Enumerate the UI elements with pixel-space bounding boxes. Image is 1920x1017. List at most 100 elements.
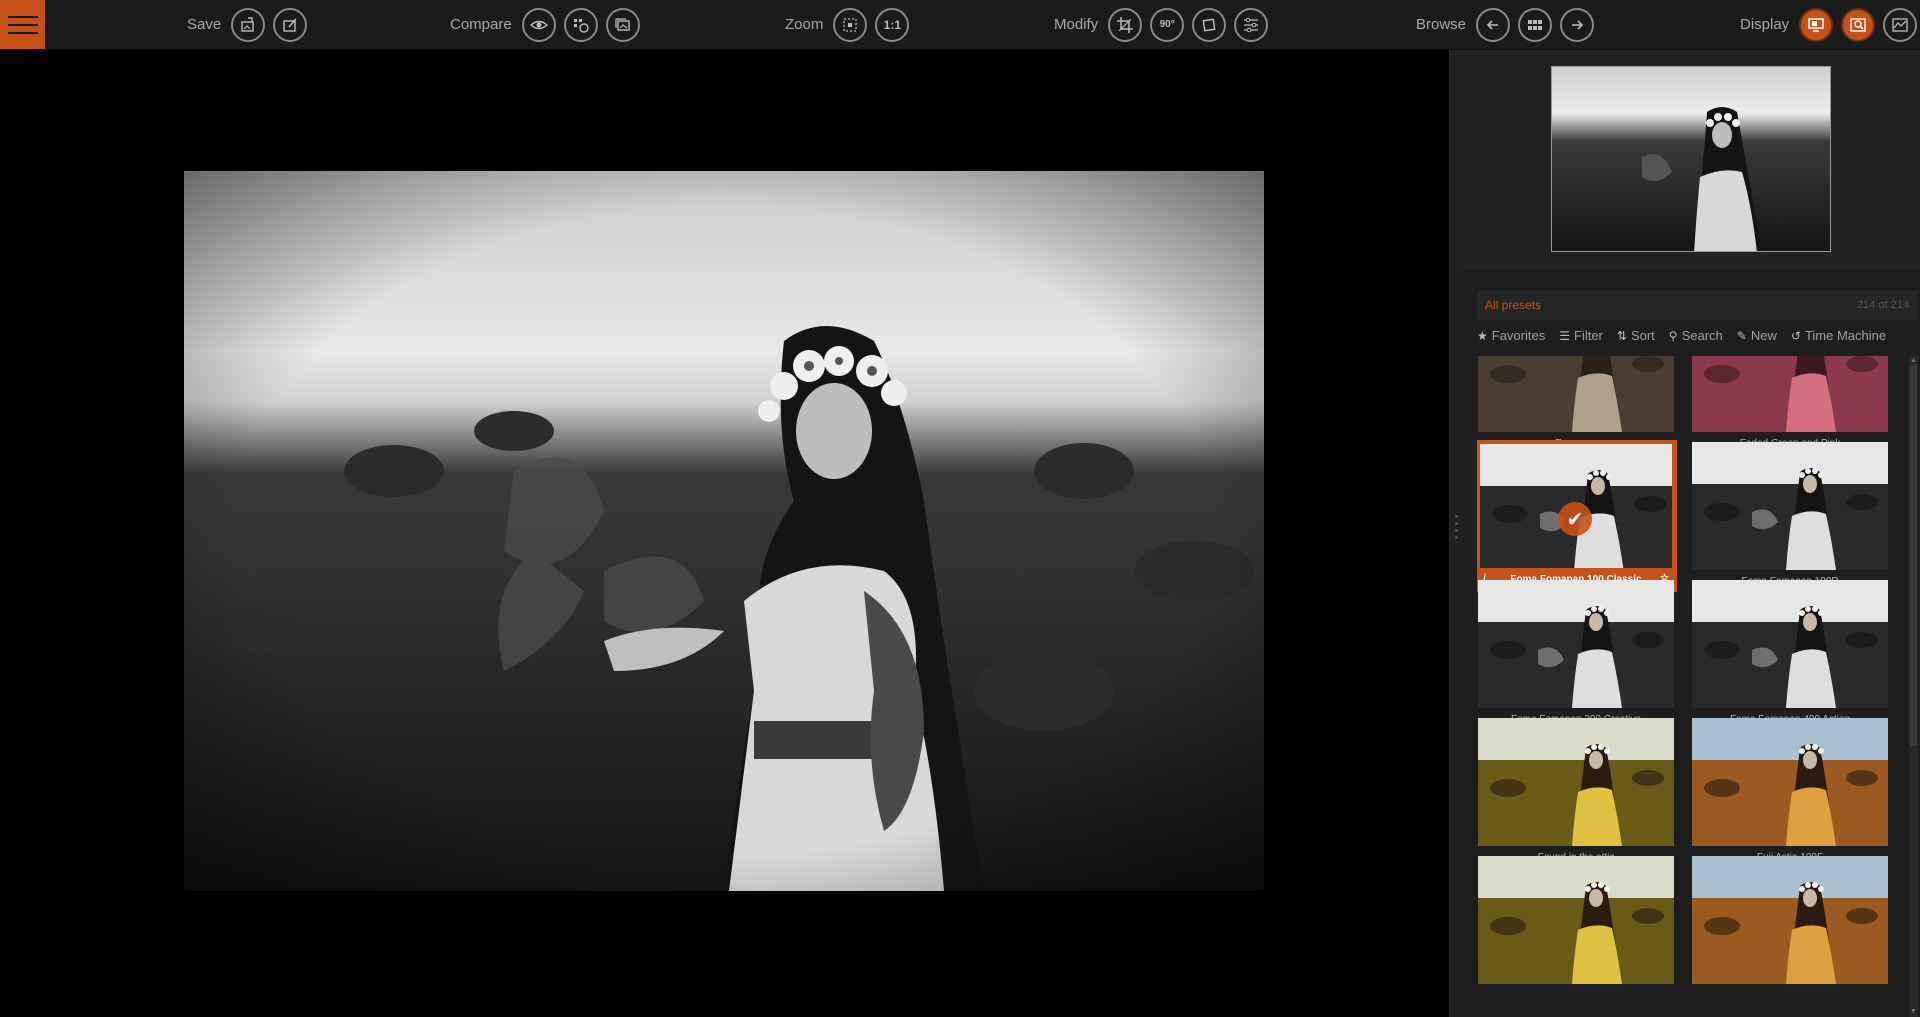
presets-title: All presets	[1485, 298, 1542, 312]
preset-tile[interactable]: Foma Fomapan 100R	[1691, 442, 1889, 587]
preset-tile[interactable]: Foma Fomapan 200 Creative	[1477, 580, 1675, 725]
new-action[interactable]: ✎ New	[1737, 328, 1777, 343]
crop-icon	[1117, 16, 1134, 33]
display-label: Display	[1740, 16, 1790, 33]
favorites-label: Favorites	[1491, 328, 1546, 343]
photo-image	[184, 171, 1264, 891]
display-navigator-button[interactable]	[1841, 7, 1876, 42]
navigator-search-icon	[1850, 17, 1866, 32]
preset-tile[interactable]: Foma Fomapan 400 Action	[1691, 580, 1889, 725]
compare-history-button[interactable]	[563, 7, 598, 42]
compare-label: Compare	[450, 16, 512, 33]
main-photo	[184, 171, 1264, 891]
display-group: Display	[1740, 0, 1918, 49]
preset-tile[interactable]: Expresso	[1477, 356, 1675, 449]
browse-group: Browse	[1416, 0, 1595, 49]
transform-icon	[1202, 18, 1216, 31]
menu-line-icon	[7, 31, 38, 34]
preset-scrollbar[interactable]: ▲ ▼	[1909, 356, 1918, 1017]
panel-resize-handle[interactable]	[1449, 50, 1463, 1017]
filter-action[interactable]: ☰ Filter	[1559, 328, 1603, 343]
monitor-icon	[1808, 17, 1824, 32]
scrollbar-thumb[interactable]	[1910, 366, 1917, 746]
crop-button[interactable]	[1108, 7, 1143, 42]
export-image-button[interactable]	[231, 7, 266, 42]
favorites-action[interactable]: ★ Favorites	[1477, 328, 1545, 343]
rotate-button[interactable]: 90°	[1150, 7, 1185, 42]
rotate-90-label: 90°	[1159, 19, 1175, 30]
search-icon: ⚲	[1668, 328, 1678, 343]
preset-thumbnail	[1478, 356, 1674, 432]
presets-header[interactable]: All presets 214 of 214	[1477, 290, 1917, 320]
zoom-fit-button[interactable]	[833, 7, 868, 42]
adjustments-button[interactable]	[1234, 7, 1269, 42]
preset-tile[interactable]: ✔ Foma Fomapan 100 Classic i ☆	[1477, 440, 1677, 592]
save-preset-button[interactable]	[273, 7, 308, 42]
preset-tile[interactable]: Fuji Astia 100F	[1691, 718, 1889, 863]
top-toolbar: Save Compare Zoom 1:1 Modify 90° Browse …	[0, 0, 1920, 50]
right-panel: All presets 214 of 214 ★ Favorites ☰ Filter…	[1462, 50, 1920, 1017]
modify-group: Modify 90°	[1054, 0, 1269, 49]
histogram-icon	[1892, 17, 1908, 32]
image-viewport[interactable]	[0, 50, 1449, 1017]
image-stack-icon	[615, 17, 630, 31]
time-machine-action[interactable]: ↺ Time Machine	[1791, 328, 1886, 343]
display-fullscreen-button[interactable]	[1799, 7, 1834, 42]
sort-action[interactable]: ⇅ Sort	[1617, 328, 1655, 343]
preset-thumbnail	[1692, 580, 1888, 708]
new-label: New	[1750, 328, 1777, 343]
preset-thumbnail	[1692, 356, 1888, 432]
checkmark-icon: ✔	[1558, 502, 1592, 536]
eye-icon	[529, 20, 548, 29]
scroll-down-icon[interactable]: ▼	[1909, 1007, 1918, 1017]
favorites-icon: ★	[1477, 328, 1488, 343]
compare-group: Compare	[450, 0, 640, 49]
export-image-icon	[241, 16, 254, 32]
preset-tile[interactable]	[1691, 856, 1889, 990]
arrow-right-icon	[1572, 19, 1584, 30]
arrow-left-icon	[1486, 19, 1499, 30]
preset-tile[interactable]	[1477, 856, 1675, 990]
next-image-button[interactable]	[1560, 7, 1595, 42]
browser-grid-button[interactable]	[1518, 7, 1553, 42]
browse-label: Browse	[1416, 16, 1467, 33]
hamburger-menu-button[interactable]	[0, 0, 45, 49]
zoom-label: Zoom	[785, 16, 824, 33]
zoom-group: Zoom 1:1	[785, 0, 910, 49]
sort-icon: ⇅	[1616, 328, 1627, 343]
preset-tile[interactable]: Faded Green and Pink	[1691, 356, 1889, 449]
preset-tile[interactable]: Found in the attic	[1477, 718, 1675, 863]
presets-count: 214 of 214	[1857, 299, 1909, 311]
edit-image-icon	[283, 17, 297, 32]
display-histogram-button[interactable]	[1883, 7, 1918, 42]
scroll-up-icon[interactable]: ▲	[1909, 356, 1918, 366]
save-label: Save	[187, 16, 222, 33]
modify-label: Modify	[1054, 16, 1099, 33]
preset-thumbnail	[1478, 718, 1674, 846]
navigator-image	[1552, 67, 1830, 251]
search-action[interactable]: ⚲ Search	[1669, 328, 1723, 343]
previous-image-button[interactable]	[1476, 7, 1511, 42]
time-machine-label: Time Machine	[1804, 328, 1887, 343]
filter-label: Filter	[1574, 328, 1603, 343]
preset-thumbnail	[1692, 442, 1888, 570]
time-machine-icon: ↺	[1790, 328, 1801, 343]
filter-icon: ☰	[1559, 328, 1570, 343]
history-grid-icon	[573, 18, 589, 33]
menu-line-icon	[7, 15, 38, 18]
sliders-icon	[1244, 17, 1259, 32]
preset-grid: Expresso Faded Green and Pink ✔Foma Foma…	[1477, 356, 1897, 1017]
preset-thumbnail	[1478, 856, 1674, 984]
search-label: Search	[1681, 328, 1723, 343]
zoom-one-to-one-button[interactable]: 1:1	[875, 7, 910, 42]
menu-line-icon	[7, 23, 38, 26]
transform-button[interactable]	[1192, 7, 1227, 42]
preset-thumbnail	[1692, 718, 1888, 846]
new-icon: ✎	[1736, 328, 1747, 343]
save-group: Save	[187, 0, 308, 49]
compare-eye-button[interactable]	[521, 7, 556, 42]
preset-actions: ★ Favorites ☰ Filter ⇅ Sort ⚲ Search ✎ New ↺ Time M…	[1477, 328, 1886, 343]
compare-original-button[interactable]	[605, 7, 640, 42]
navigator-thumbnail[interactable]	[1551, 66, 1831, 252]
preset-thumbnail	[1478, 580, 1674, 708]
